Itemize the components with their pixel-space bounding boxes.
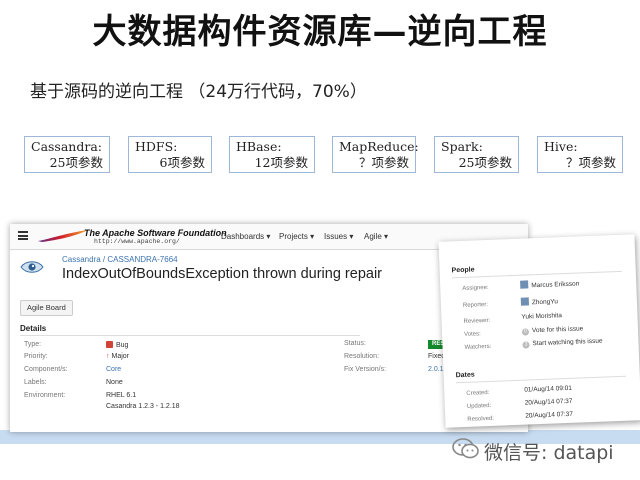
stat-box-spark: Spark: 25项参数 xyxy=(434,136,519,173)
avatar-icon xyxy=(520,280,529,289)
stat-value: 12项参数 xyxy=(254,155,308,170)
votes-count: 0 xyxy=(521,328,530,336)
resolution-label: Resolution: xyxy=(344,353,380,360)
reporter-value[interactable]: ZhongYu xyxy=(520,296,559,307)
stat-box-cassandra: Cassandra: 25项参数 xyxy=(24,136,110,173)
vote-link[interactable]: Vote for this issue xyxy=(532,325,584,334)
issue-title: IndexOutOfBoundsException thrown during … xyxy=(62,266,382,282)
environment-label: Environment: xyxy=(24,392,66,399)
resolved-label: Resolved: xyxy=(467,415,495,423)
dates-heading: Dates xyxy=(455,371,475,380)
labels-value: None xyxy=(106,379,123,386)
stat-box-hive: Hive: ？项参数 xyxy=(537,136,623,173)
priority-value-text: Major xyxy=(111,353,130,360)
reviewer-label: Reviewer: xyxy=(463,317,491,325)
watchers-count: 3 xyxy=(522,341,530,349)
fix-versions-label: Fix Version/s: xyxy=(344,366,387,373)
updated-label: Updated: xyxy=(466,402,492,410)
environment-value-2: Casandra 1.2.3 - 1.2.18 xyxy=(106,403,180,410)
created-label: Created: xyxy=(466,389,490,397)
watch-link[interactable]: Start watching this issue xyxy=(532,338,602,348)
reporter-label: Reporter: xyxy=(462,301,489,309)
votes-label: Votes: xyxy=(463,331,481,338)
updated-value: 20/Aug/14 07:37 xyxy=(524,397,573,407)
stat-value: 25项参数 xyxy=(49,155,103,170)
assignee-name: Marcus Eriksson xyxy=(531,280,580,290)
nav-projects[interactable]: Projects ▾ xyxy=(279,232,314,241)
people-heading: People xyxy=(451,266,475,275)
reviewer-value: Yuki Morishita xyxy=(521,312,563,321)
labels-label: Labels: xyxy=(24,379,47,386)
apache-logo[interactable]: The Apache Software Foundation http://ww… xyxy=(36,227,227,247)
project-eye-icon xyxy=(20,261,44,273)
stat-value: 6项参数 xyxy=(159,155,205,170)
people-divider xyxy=(451,270,622,279)
bug-icon xyxy=(106,341,113,348)
resolved-value: 20/Aug/14 07:37 xyxy=(525,410,574,420)
stat-value: ？项参数 xyxy=(358,155,409,170)
type-value: Bug xyxy=(106,341,128,349)
stat-box-hbase: HBase: 12项参数 xyxy=(229,136,315,173)
stat-name: HBase: xyxy=(236,139,282,154)
avatar-icon xyxy=(520,297,530,306)
dates-divider xyxy=(455,375,626,384)
nav-dashboards[interactable]: Dashboards ▾ xyxy=(221,232,270,241)
priority-arrow-icon: ↑ xyxy=(106,353,110,360)
stat-value: ？项参数 xyxy=(565,155,616,170)
breadcrumb[interactable]: Cassandra / CASSANDRA-7664 xyxy=(62,255,178,264)
stat-value: 25项参数 xyxy=(458,155,512,170)
assignee-value[interactable]: Marcus Eriksson xyxy=(520,278,579,289)
priority-label: Priority: xyxy=(24,353,48,360)
created-value: 01/Aug/14 09:01 xyxy=(524,384,573,394)
stat-name: HDFS: xyxy=(135,139,178,154)
type-value-text: Bug xyxy=(116,342,129,349)
priority-value: ↑ Major xyxy=(106,353,129,360)
votes-value[interactable]: 0 Vote for this issue xyxy=(521,325,584,336)
components-label: Component/s: xyxy=(24,366,68,373)
people-dates-card: People Assignee: Marcus Eriksson Reporte… xyxy=(438,234,640,428)
nav-agile[interactable]: Agile ▾ xyxy=(364,232,388,241)
stat-box-hdfs: HDFS: 6项参数 xyxy=(128,136,212,173)
hamburger-icon[interactable] xyxy=(18,231,28,240)
watchers-value[interactable]: 3 Start watching this issue xyxy=(522,338,603,349)
stat-name: Cassandra: xyxy=(31,139,102,154)
apache-logo-url: http://www.apache.org/ xyxy=(94,238,180,245)
nav-issues[interactable]: Issues ▾ xyxy=(324,232,353,241)
details-heading: Details xyxy=(20,324,47,333)
slide-subtitle: 基于源码的逆向工程 （24万行代码，70%） xyxy=(30,82,367,102)
component-stats-row: Cassandra: 25项参数 HDFS: 6项参数 HBase: 12项参数… xyxy=(24,136,624,174)
stat-name: Spark: xyxy=(441,139,483,154)
status-label: Status: xyxy=(344,340,366,347)
environment-value-1: RHEL 6.1 xyxy=(106,392,137,399)
components-value[interactable]: Core xyxy=(106,366,121,373)
apache-feather-icon xyxy=(38,230,88,242)
stat-name: MapReduce: xyxy=(339,139,419,154)
agile-board-button[interactable]: Agile Board xyxy=(20,300,73,316)
type-label: Type: xyxy=(24,341,42,348)
stat-name: Hive: xyxy=(544,139,578,154)
assignee-label: Assignee: xyxy=(462,284,489,292)
details-divider xyxy=(20,335,360,336)
apache-logo-name: The Apache Software Foundation xyxy=(84,228,227,238)
watchers-label: Watchers: xyxy=(464,343,492,351)
watermark-text: 微信号: datapi xyxy=(484,442,614,464)
stat-box-mapreduce: MapReduce: ？项参数 xyxy=(332,136,419,173)
wechat-icon xyxy=(452,438,479,459)
slide-title: 大数据构件资源库—逆向工程 xyxy=(92,12,548,52)
reporter-name: ZhongYu xyxy=(531,298,559,307)
